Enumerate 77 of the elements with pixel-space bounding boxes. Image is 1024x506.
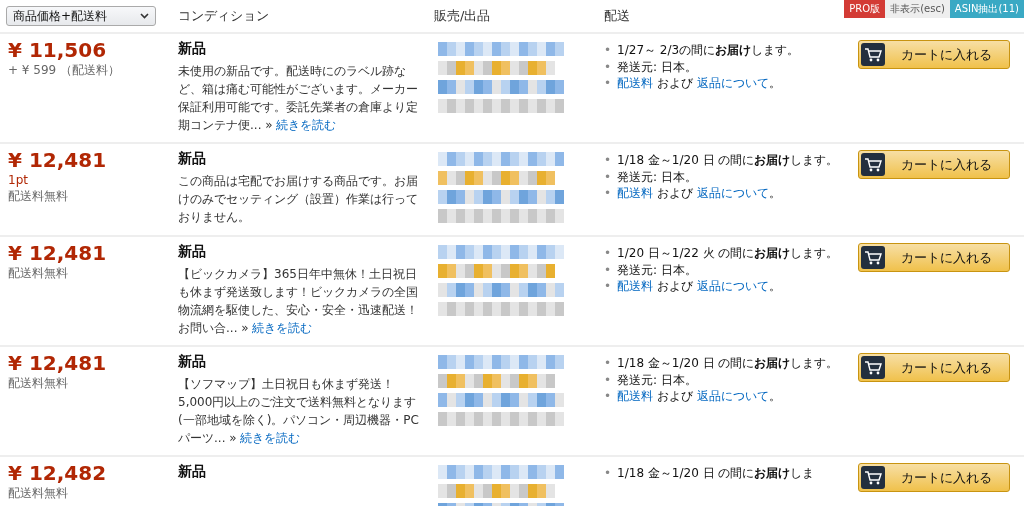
description: この商品は宅配でお届けする商品です。お届けのみでセッティング（設置）作業は行っておりません。 [178, 173, 419, 226]
chevron-down-icon [140, 13, 149, 19]
bullet: • [604, 465, 612, 482]
shipping-fee: 配送料無料 [8, 375, 69, 391]
bullet: • [604, 245, 612, 262]
delivery-text: 。 [768, 279, 781, 293]
bullet: • [604, 58, 612, 75]
read-more-link[interactable]: 続きを読む [276, 118, 337, 132]
cart-icon [861, 466, 885, 489]
delivery-text: および [656, 76, 693, 90]
bullet: • [604, 355, 612, 372]
bullet: • [604, 168, 612, 185]
read-more-link[interactable]: 続きを読む [252, 321, 313, 335]
price: ¥ 12,482 [8, 461, 108, 485]
delivery-text: および [656, 279, 693, 293]
cart-icon [861, 356, 885, 379]
delivery-text: 発送元: 日本。 [617, 371, 697, 388]
bullet: • [604, 152, 612, 169]
sort-select[interactable]: 商品価格+配送料 [6, 6, 156, 26]
price: ¥ 12,481 [8, 241, 108, 265]
shipping-link[interactable]: 配送料 [617, 76, 654, 90]
cart-icon [861, 153, 885, 176]
condition: 新品 [178, 352, 207, 371]
cart-icon [861, 246, 885, 269]
delivery-text: 発送元: 日本。 [617, 58, 697, 75]
tool-button[interactable]: PRO版 [844, 0, 886, 18]
read-more-link[interactable]: 続きを読む [240, 431, 301, 445]
bullet: • [604, 388, 612, 405]
description: 【ソフマップ】土日祝日も休まず発送！5,000円以上のご注文で送料無料となります(一部地域を除く)。パソコン・周辺機器・PCパーツ... » 続きを読む [178, 376, 420, 447]
cart-icon [861, 43, 885, 66]
delivery-text: 1/18 金～1/20 日 の間にお届けしま [617, 465, 815, 482]
delivery-text: 1/27～ 2/3の間にお届けします。 [617, 42, 800, 59]
shipping-fee: + ¥ 599 （配送料） [8, 62, 122, 78]
delivery-text: 1/20 日～1/22 火 の間にお届けします。 [617, 245, 839, 262]
description: 【ビックカメラ】365日年中無休！土日祝日も休まず発送致します！ビックカメラの全国物流網を駆使した、安心・安全・迅速配送！お問い合... » 続きを読む [178, 266, 419, 337]
column-header: 販売/出品 [433, 7, 492, 25]
returns-link[interactable]: 返品について [696, 389, 769, 403]
bullet: • [604, 75, 612, 92]
shipping-link[interactable]: 配送料 [617, 279, 654, 293]
shipping-fee: 配送料無料 [8, 485, 69, 501]
bullet: • [604, 371, 612, 388]
condition: 新品 [178, 242, 207, 261]
description: 未使用の新品です。配送時にのラベル跡など、箱は痛む可能性がございます。メーカー保証利用可能です。委託先業者の倉庫より定期コンテナ便... » 続きを読む [178, 63, 419, 134]
price: ¥ 12,481 [8, 351, 108, 375]
bullet: • [604, 185, 612, 202]
points-text: 1pt [8, 172, 29, 188]
column-header: コンディション [177, 7, 270, 25]
shipping-link[interactable]: 配送料 [617, 186, 654, 200]
bullet: • [604, 42, 612, 59]
condition: 新品 [178, 149, 207, 168]
add-to-cart-button[interactable]: カートに入れる [858, 40, 1010, 69]
delivery-text: 。 [768, 76, 781, 90]
shipping-link[interactable]: 配送料 [617, 389, 654, 403]
delivery-text: 。 [768, 389, 781, 403]
delivery-text: および [656, 389, 693, 403]
add-to-cart-button[interactable]: カートに入れる [858, 243, 1010, 272]
delivery-text: および [656, 186, 693, 200]
delivery-text: 発送元: 日本。 [617, 168, 697, 185]
price: ¥ 12,481 [8, 148, 108, 172]
tool-button[interactable]: 非表示(esc) [885, 0, 950, 18]
add-to-cart-button[interactable]: カートに入れる [858, 150, 1010, 179]
condition: 新品 [178, 39, 207, 58]
delivery-text: 1/18 金～1/20 日 の間にお届けします。 [617, 152, 839, 169]
bullet: • [604, 278, 612, 295]
bullet: • [604, 261, 612, 278]
delivery-text: 1/18 金～1/20 日 の間にお届けします。 [617, 355, 839, 372]
returns-link[interactable]: 返品について [696, 186, 769, 200]
delivery-text: 。 [768, 186, 781, 200]
returns-link[interactable]: 返品について [696, 279, 769, 293]
add-to-cart-button[interactable]: カートに入れる [858, 463, 1010, 492]
delivery-text: 発送元: 日本。 [617, 261, 697, 278]
shipping-fee: 配送料無料 [8, 265, 69, 281]
shipping-fee: 配送料無料 [8, 188, 69, 204]
price: ¥ 11,506 [8, 38, 108, 62]
add-to-cart-button[interactable]: カートに入れる [858, 353, 1010, 382]
returns-link[interactable]: 返品について [696, 76, 769, 90]
condition: 新品 [178, 462, 207, 481]
